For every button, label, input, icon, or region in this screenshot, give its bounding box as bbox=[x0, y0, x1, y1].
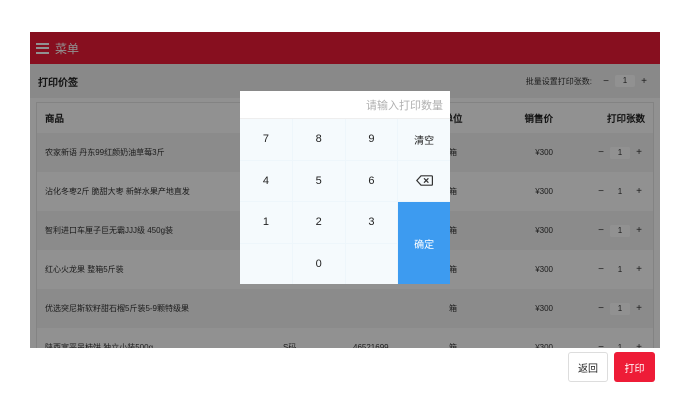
keypad-grid: 7 8 9 清空 4 5 6 1 2 3 确定 0 bbox=[240, 119, 450, 284]
key-blank bbox=[240, 243, 292, 284]
key-9[interactable]: 9 bbox=[345, 119, 398, 160]
backspace-icon bbox=[415, 175, 433, 187]
clear-key[interactable]: 清空 bbox=[398, 119, 450, 160]
print-quantity-input[interactable]: 请输入打印数量 bbox=[240, 91, 450, 119]
key-3[interactable]: 3 bbox=[345, 202, 398, 243]
key-6[interactable]: 6 bbox=[345, 160, 398, 201]
key-7[interactable]: 7 bbox=[240, 119, 292, 160]
key-1[interactable]: 1 bbox=[240, 202, 292, 243]
key-0[interactable]: 0 bbox=[292, 243, 345, 284]
key-5[interactable]: 5 bbox=[292, 160, 345, 201]
confirm-button[interactable]: 确定 bbox=[398, 202, 450, 284]
key-4[interactable]: 4 bbox=[240, 160, 292, 201]
key-2[interactable]: 2 bbox=[292, 202, 345, 243]
back-button[interactable]: 返回 bbox=[568, 352, 608, 382]
numeric-keypad: 请输入打印数量 7 8 9 清空 4 5 6 1 2 3 确定 0 bbox=[240, 91, 450, 284]
backspace-key[interactable] bbox=[398, 160, 450, 201]
key-blank bbox=[345, 243, 398, 284]
key-8[interactable]: 8 bbox=[292, 119, 345, 160]
print-button[interactable]: 打印 bbox=[614, 352, 655, 382]
